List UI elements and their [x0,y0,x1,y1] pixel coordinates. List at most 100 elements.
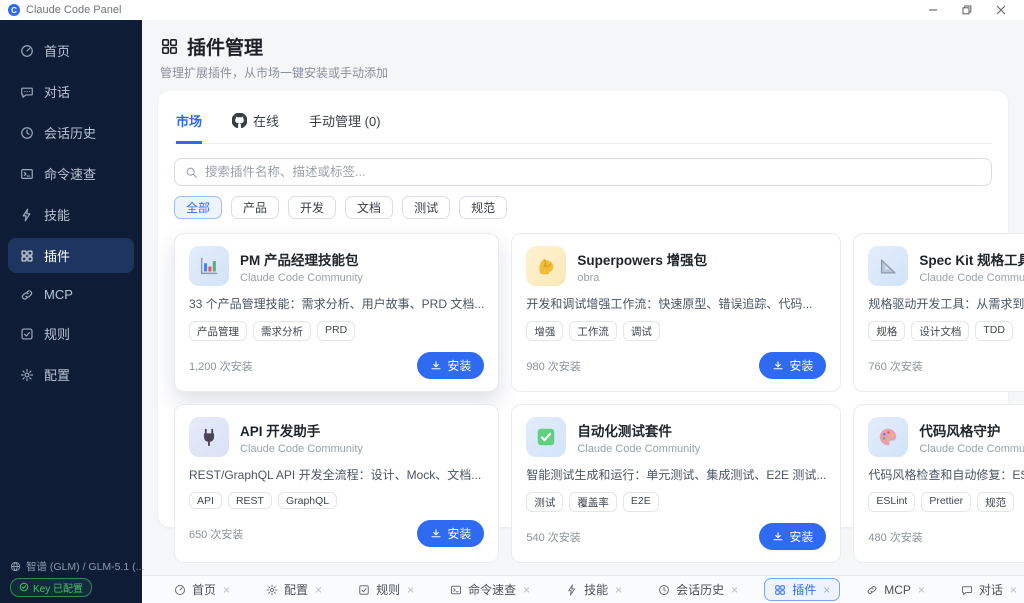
close-button[interactable] [984,0,1018,20]
plugin-tag: GraphQL [278,492,337,509]
plugin-tag: 设计文档 [911,321,969,341]
sidebar-item-label: 首页 [44,41,70,60]
search-box[interactable] [174,158,992,186]
plugin-author: Claude Code Community [919,272,1024,284]
filter-chip-product[interactable]: 产品 [231,196,279,219]
sidebar-item-label: 插件 [44,246,70,265]
app-window: C Claude Code Panel 首页 对话 会话历史 [0,0,1024,603]
bottom-tab-settings[interactable]: 配置 × [256,578,332,601]
search-icon [185,166,198,179]
sidebar-item-commands[interactable]: 命令速查 [8,156,134,191]
bottom-tab-commands[interactable]: 命令速查 × [440,578,540,601]
app-logo-icon: C [8,4,20,16]
close-icon[interactable]: × [315,583,322,597]
plugin-grid: PM 产品经理技能包 Claude Code Community 33 个产品管… [174,233,992,563]
link-icon [20,288,34,302]
check-square-icon [20,327,34,341]
install-count: 650 次安装 [189,526,243,542]
tab-market[interactable]: 市场 [176,111,202,144]
plugin-author: Claude Code Community [919,443,1024,455]
clock-icon [658,584,670,596]
bottom-tab-label: 对话 [979,581,1003,598]
close-icon[interactable]: × [918,583,925,597]
model-indicator[interactable]: 智谱 (GLM) / GLM-5.1 (... [10,559,144,574]
plugin-card[interactable]: 自动化测试套件 Claude Code Community 智能测试生成和运行：… [511,404,841,563]
filter-chip-docs[interactable]: 文档 [345,196,393,219]
sidebar-item-skills[interactable]: 技能 [8,197,134,232]
plugin-panel: 市场 在线 手动管理 (0) 全部 产品 [158,91,1008,527]
sidebar-item-rules[interactable]: 规则 [8,316,134,351]
sidebar-item-chat[interactable]: 对话 [8,74,134,109]
close-icon[interactable]: × [1010,583,1017,597]
bottom-tab-mcp[interactable]: MCP × [856,580,935,600]
sidebar-item-plugins[interactable]: 插件 [8,238,134,273]
bottom-tab-label: 插件 [792,581,816,598]
gear-icon [266,584,278,596]
sidebar: 首页 对话 会话历史 命令速查 技能 插件 [0,20,142,603]
install-button[interactable]: 安装 [759,352,826,379]
gauge-icon [174,584,186,596]
blocks-icon [160,37,179,56]
filter-chip-spec[interactable]: 规范 [459,196,507,219]
plugin-title: API 开发助手 [240,420,363,440]
plugin-card[interactable]: Superpowers 增强包 obra 开发和调试增强工作流：快速原型、错误追… [511,233,841,392]
bottom-tab-label: 会话历史 [676,581,724,598]
plugin-tag: PRD [317,321,355,341]
restore-button[interactable] [950,0,984,20]
filter-chip-test[interactable]: 测试 [402,196,450,219]
plugin-card[interactable]: Spec Kit 规格工具包 Claude Code Community 规格驱… [853,233,1024,392]
sidebar-item-settings[interactable]: 配置 [8,357,134,392]
sidebar-item-home[interactable]: 首页 [8,33,134,68]
bottom-tab-home[interactable]: 首页 × [164,578,240,601]
clock-icon [20,126,34,140]
bottom-tab-history[interactable]: 会话历史 × [648,578,748,601]
close-icon[interactable]: × [223,583,230,597]
page-subtitle: 管理扩展插件，从市场一键安装或手动添加 [160,64,1006,81]
tab-online[interactable]: 在线 [232,111,279,144]
bottom-tab-chat[interactable]: 对话 × [951,578,1024,601]
close-icon[interactable]: × [823,583,830,597]
plugin-card[interactable]: PM 产品经理技能包 Claude Code Community 33 个产品管… [174,233,499,392]
sidebar-item-mcp[interactable]: MCP [8,279,134,310]
sidebar-item-label: 会话历史 [44,123,96,142]
install-button-label: 安装 [789,528,813,545]
check-mark-icon [526,417,566,457]
sidebar-item-history[interactable]: 会话历史 [8,115,134,150]
install-button[interactable]: 安装 [417,520,484,547]
filter-chip-dev[interactable]: 开发 [288,196,336,219]
install-count: 1,200 次安装 [189,358,253,374]
tab-label: 在线 [253,111,279,130]
bottom-tab-label: MCP [884,583,911,597]
lightning-icon [566,584,578,596]
model-label: 智谱 (GLM) / GLM-5.1 (... [26,559,144,574]
minimize-button[interactable] [916,0,950,20]
close-icon[interactable]: × [523,583,530,597]
close-icon[interactable]: × [615,583,622,597]
link-icon [866,584,878,596]
main-area: 插件管理 管理扩展插件，从市场一键安装或手动添加 市场 在线 手动管理 (0) [142,20,1024,603]
triangular-ruler-icon [868,246,908,286]
install-button[interactable]: 安装 [417,352,484,379]
bottom-tab-skills[interactable]: 技能 × [556,578,632,601]
lightning-icon [20,208,34,222]
plugin-description: 开发和调试增强工作流：快速原型、错误追踪、代码... [526,295,826,312]
blocks-icon [20,249,34,263]
tab-manual[interactable]: 手动管理 (0) [309,111,381,144]
search-input[interactable] [205,165,981,179]
github-icon [232,113,247,128]
sidebar-item-label: 技能 [44,205,70,224]
plugin-card[interactable]: API 开发助手 Claude Code Community REST/Grap… [174,404,499,563]
install-count: 480 次安装 [868,529,922,545]
filter-chip-all[interactable]: 全部 [174,196,222,219]
bottom-tab-rules[interactable]: 规则 × [348,578,424,601]
close-icon[interactable]: × [407,583,414,597]
gear-icon [20,368,34,382]
plugin-author: obra [577,272,707,284]
bottom-tab-plugins[interactable]: 插件 × [764,578,840,601]
install-button[interactable]: 安装 [759,523,826,550]
install-button-label: 安装 [447,357,471,374]
plugin-tag: API [189,492,222,509]
close-icon[interactable]: × [731,583,738,597]
install-count: 760 次安装 [868,358,922,374]
plugin-card[interactable]: 代码风格守护 Claude Code Community 代码风格检查和自动修复… [853,404,1024,563]
